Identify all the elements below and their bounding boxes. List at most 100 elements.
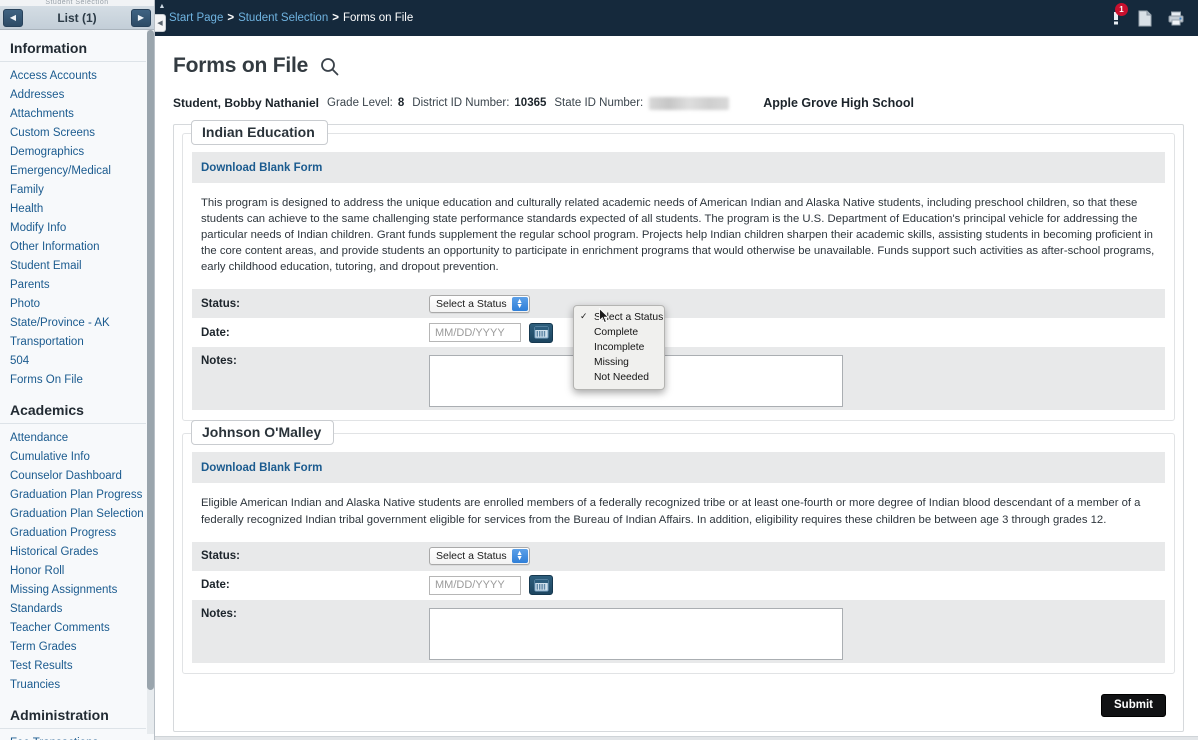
sidebar-section-administration: Administration xyxy=(0,695,146,729)
district-id-label: District ID Number: xyxy=(412,97,510,109)
sidebar-item-graduation-plan-progress[interactable]: Graduation Plan Progress xyxy=(0,486,154,505)
sidebar-section-information: Information xyxy=(0,30,146,62)
sidebar-item-forms-on-file[interactable]: Forms On File xyxy=(0,371,154,390)
status-dropdown-option-label: Incomplete xyxy=(594,342,645,353)
sidebar-item-custom-screens[interactable]: Custom Screens xyxy=(0,124,154,143)
status-select-value: Select a Status xyxy=(436,550,507,563)
sidebar-item-family[interactable]: Family xyxy=(0,181,154,200)
status-select[interactable]: Select a Status ▲ ▼ xyxy=(429,547,530,566)
sidebar-item-honor-roll[interactable]: Honor Roll xyxy=(0,562,154,581)
search-icon[interactable] xyxy=(320,57,339,76)
sidebar-item-parents[interactable]: Parents xyxy=(0,276,154,295)
state-id-value-redacted xyxy=(649,96,730,110)
chevron-updown-icon: ▲ ▼ xyxy=(511,549,528,564)
sidebar-item-state-province-ak[interactable]: State/Province - AK xyxy=(0,314,154,333)
sidebar-item-cumulative-info[interactable]: Cumulative Info xyxy=(0,448,154,467)
district-id-value: 10365 xyxy=(514,97,547,109)
sidebar-item-missing-assignments[interactable]: Missing Assignments xyxy=(0,581,154,600)
sidebar-item-truancies[interactable]: Truancies xyxy=(0,676,154,695)
sidebar-item-student-email[interactable]: Student Email xyxy=(0,257,154,276)
collapse-left-button[interactable]: ◀ xyxy=(155,14,166,32)
grade-level-value: 8 xyxy=(397,97,405,109)
download-bar: Download Blank Form xyxy=(192,452,1165,484)
sidebar-item-demographics[interactable]: Demographics xyxy=(0,143,154,162)
alert-icon[interactable]: 1 xyxy=(1110,3,1128,26)
chevron-updown-icon: ▲ ▼ xyxy=(511,296,528,311)
date-row: Date: xyxy=(192,571,1165,600)
status-dropdown-menu[interactable]: ✓ Select a Status Complete Incomplete Missin… xyxy=(573,305,665,390)
breadcrumb-current: Forms on File xyxy=(342,12,414,24)
calendar-icon[interactable] xyxy=(529,575,553,596)
sidebar-scrollbar[interactable] xyxy=(147,30,154,734)
page-title: Forms on File xyxy=(173,54,309,77)
state-id-label: State ID Number: xyxy=(554,97,644,109)
application-window: Student Selection ◀ List (1) ▶ Informati… xyxy=(0,0,1198,740)
status-dropdown-option[interactable]: Complete xyxy=(574,325,664,340)
breadcrumb-bar: Start Page > Student Selection > Forms o… xyxy=(155,0,1198,36)
sidebar-item-attendance[interactable]: Attendance xyxy=(0,429,154,448)
sidebar-item-photo[interactable]: Photo xyxy=(0,295,154,314)
forms-container: Indian Education Download Blank Form This … xyxy=(182,120,1175,674)
form-section: Johnson O'Malley Download Blank Form Eligi… xyxy=(182,420,1175,674)
sidebar-item-graduation-progress[interactable]: Graduation Progress xyxy=(0,524,154,543)
download-bar: Download Blank Form xyxy=(192,152,1165,183)
status-dropdown-option[interactable]: Not Needed xyxy=(574,370,664,385)
page-content: Forms on File Student, Bobby Nathaniel G… xyxy=(155,36,1198,732)
main-area: Start Page > Student Selection > Forms o… xyxy=(155,0,1198,740)
status-dropdown-option-label: Select a Status xyxy=(594,312,664,323)
student-list-bar: ◀ List (1) ▶ xyxy=(0,6,154,30)
sidebar-item-teacher-comments[interactable]: Teacher Comments xyxy=(0,619,154,638)
page-title-row: Forms on File xyxy=(155,36,1198,78)
sidebar-item-504[interactable]: 504 xyxy=(0,352,154,371)
sidebar-scrollbar-thumb[interactable] xyxy=(147,30,154,690)
status-dropdown-option[interactable]: Incomplete xyxy=(574,340,664,355)
sidebar-item-addresses[interactable]: Addresses xyxy=(0,86,154,105)
sidebar-item-counselor-dashboard[interactable]: Counselor Dashboard xyxy=(0,467,154,486)
notes-textarea[interactable] xyxy=(429,607,843,660)
submit-button[interactable]: Submit xyxy=(1101,693,1166,717)
calendar-icon[interactable] xyxy=(529,322,553,343)
status-select-value: Select a Status xyxy=(436,297,507,310)
document-icon[interactable] xyxy=(1138,10,1152,27)
status-select[interactable]: Select a Status ▲ ▼ xyxy=(429,294,530,313)
student-info-row: Student, Bobby Nathaniel Grade Level: 8 … xyxy=(155,78,1198,110)
print-icon[interactable] xyxy=(1168,11,1184,26)
sidebar: Student Selection ◀ List (1) ▶ Informati… xyxy=(0,0,155,740)
sidebar-nav: Information Access Accounts Addresses Attac… xyxy=(0,30,154,740)
sidebar-item-emergency-medical[interactable]: Emergency/Medical xyxy=(0,162,154,181)
sidebar-item-modify-info[interactable]: Modify Info xyxy=(0,219,154,238)
sidebar-item-attachments[interactable]: Attachments xyxy=(0,105,154,124)
status-label: Status: xyxy=(201,297,240,310)
sidebar-item-access-accounts[interactable]: Access Accounts xyxy=(0,67,154,86)
sidebar-item-transportation[interactable]: Transportation xyxy=(0,333,154,352)
download-blank-form-link[interactable]: Download Blank Form xyxy=(201,462,322,474)
breadcrumb-separator-2: > xyxy=(332,12,339,24)
submit-row: Submit xyxy=(182,686,1175,725)
list-prev-button[interactable]: ◀ xyxy=(3,8,23,27)
window-bottom-edge xyxy=(155,736,1198,740)
status-dropdown-option-label: Not Needed xyxy=(594,372,649,383)
download-blank-form-link[interactable]: Download Blank Form xyxy=(201,162,322,174)
form-section-legend: Johnson O'Malley xyxy=(191,420,335,446)
sidebar-item-health[interactable]: Health xyxy=(0,200,154,219)
list-next-button[interactable]: ▶ xyxy=(131,8,151,27)
status-dropdown-option[interactable]: ✓ Select a Status xyxy=(574,310,664,325)
form-section-inner: Download Blank Form Eligible American Ind… xyxy=(183,434,1174,663)
sidebar-item-historical-grades[interactable]: Historical Grades xyxy=(0,543,154,562)
sidebar-item-fee-transactions[interactable]: Fee Transactions xyxy=(0,734,154,740)
form-section-legend: Indian Education xyxy=(191,120,328,145)
breadcrumb-student-selection[interactable]: Student Selection xyxy=(238,12,328,24)
collapse-up-button[interactable]: ▲ xyxy=(155,0,169,12)
sidebar-item-graduation-plan-selection[interactable]: Graduation Plan Selection xyxy=(0,505,154,524)
date-input[interactable] xyxy=(429,575,521,595)
sidebar-item-term-grades[interactable]: Term Grades xyxy=(0,638,154,657)
sidebar-item-standards[interactable]: Standards xyxy=(0,600,154,619)
sidebar-item-test-results[interactable]: Test Results xyxy=(0,657,154,676)
status-dropdown-option[interactable]: Missing xyxy=(574,355,664,370)
sidebar-item-other-information[interactable]: Other Information xyxy=(0,238,154,257)
breadcrumb-start-page[interactable]: Start Page xyxy=(169,12,223,24)
alert-badge-count: 1 xyxy=(1115,3,1128,16)
checkmark-icon: ✓ xyxy=(580,311,588,321)
status-dropdown-option-label: Complete xyxy=(594,327,639,338)
date-input[interactable] xyxy=(429,323,521,343)
